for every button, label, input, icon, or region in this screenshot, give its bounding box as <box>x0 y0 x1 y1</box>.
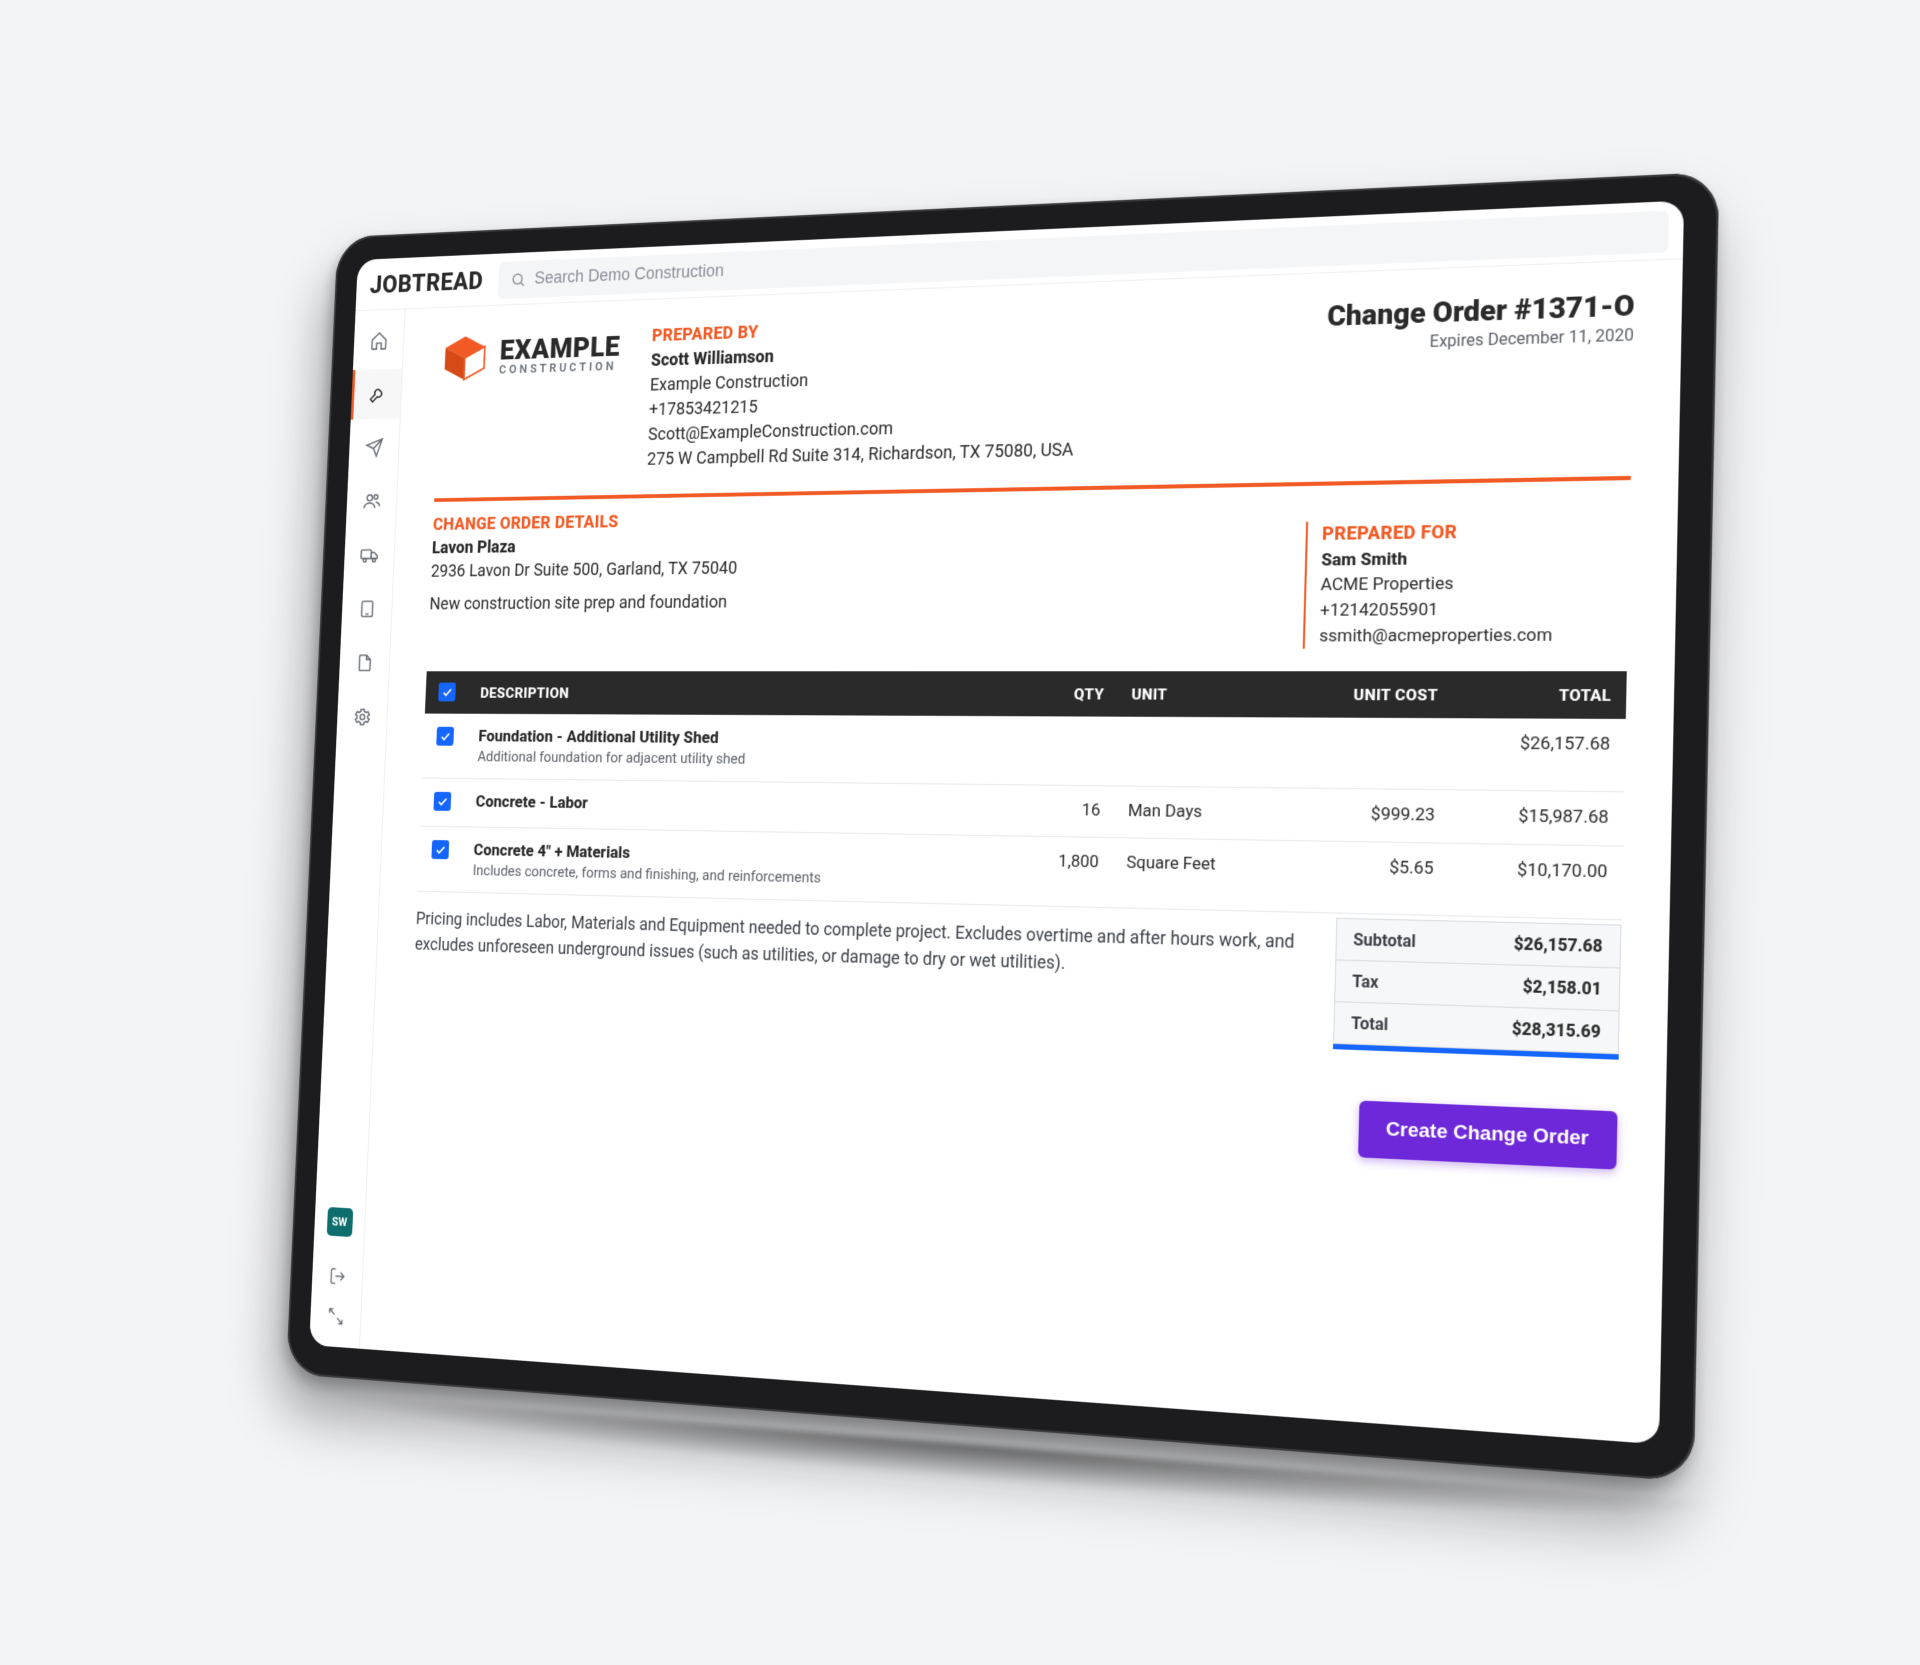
company-logo: EXAMPLE CONSTRUCTION <box>439 325 621 385</box>
document-icon <box>355 652 374 673</box>
home-icon <box>369 330 388 351</box>
prepared-for-company: ACME Properties <box>1320 569 1629 597</box>
item-title: Concrete - Labor <box>475 792 1002 819</box>
totals-box: Subtotal $26,157.68 Tax $2,158.01 Total … <box>1333 917 1621 1054</box>
pricing-note: Pricing includes Labor, Materials and Eq… <box>412 895 1312 1048</box>
check-icon <box>439 729 451 742</box>
prepared-for-label: PREPARED FOR <box>1322 516 1630 547</box>
nav-vendors[interactable] <box>343 529 394 580</box>
prepared-by-block: PREPARED BY Scott Williamson Example Con… <box>647 308 1078 472</box>
nav-jobs[interactable] <box>351 368 402 419</box>
col-unit-cost: UNIT COST <box>1288 671 1453 718</box>
nav-documents[interactable] <box>339 637 391 687</box>
item-unit: Square Feet <box>1111 837 1284 911</box>
nav-tablet[interactable] <box>341 583 392 634</box>
document-header: EXAMPLE CONSTRUCTION PREPARED BY Scott W… <box>435 288 1635 477</box>
gear-icon <box>352 706 371 727</box>
prepared-for-block: PREPARED FOR Sam Smith ACME Properties +… <box>1303 516 1630 648</box>
nav-home[interactable] <box>353 314 404 365</box>
item-subtitle: Additional foundation for adjacent utili… <box>477 748 1004 770</box>
tablet-frame: JOBTREAD <box>286 171 1719 1481</box>
item-unit-cost <box>1286 717 1452 789</box>
row-checkbox[interactable] <box>436 726 454 745</box>
item-unit <box>1115 716 1288 787</box>
col-check <box>425 671 469 713</box>
job-description: New construction site prep and foundatio… <box>429 587 1264 614</box>
prepared-for-name: Sam Smith <box>1321 543 1630 572</box>
user-avatar[interactable]: SW <box>326 1206 353 1236</box>
logout-icon <box>328 1266 346 1286</box>
col-qty: QTY <box>1019 671 1118 716</box>
check-icon <box>441 685 453 698</box>
select-all-checkbox[interactable] <box>438 682 456 701</box>
nav-settings[interactable] <box>336 691 388 742</box>
col-description: DESCRIPTION <box>467 671 1020 716</box>
nav-send[interactable] <box>348 422 399 473</box>
item-qty: 16 <box>1015 785 1115 838</box>
brand-logo: JOBTREAD <box>364 266 483 299</box>
item-total: $15,987.68 <box>1449 790 1624 846</box>
item-unit-cost: $5.65 <box>1283 840 1449 915</box>
send-icon <box>364 437 383 458</box>
main-content: EXAMPLE CONSTRUCTION PREPARED BY Scott W… <box>360 259 1683 1444</box>
line-items-table: DESCRIPTION QTY UNIT UNIT COST TOTAL Fou… <box>417 671 1627 920</box>
subtotal-label: Subtotal <box>1353 929 1416 951</box>
tablet-icon <box>357 598 376 619</box>
item-total: $10,170.00 <box>1447 843 1623 920</box>
document-title-block: Change Order #1371-O Expires December 11… <box>1326 288 1635 354</box>
app-screen: JOBTREAD <box>309 200 1684 1444</box>
check-icon <box>436 794 449 807</box>
company-sub: CONSTRUCTION <box>499 361 620 377</box>
item-qty <box>1017 716 1117 786</box>
check-icon <box>434 843 447 856</box>
truck-icon <box>360 544 379 565</box>
nav-expand[interactable] <box>326 1306 344 1330</box>
prepared-for-email: ssmith@acmeproperties.com <box>1319 622 1628 649</box>
row-checkbox[interactable] <box>433 792 451 811</box>
item-unit-cost: $999.23 <box>1285 788 1451 843</box>
company-mark-icon <box>439 330 490 386</box>
col-total: TOTAL <box>1452 671 1627 719</box>
tax-value: $2,158.01 <box>1523 976 1602 999</box>
tax-label: Tax <box>1352 971 1379 992</box>
nav-logout[interactable] <box>328 1266 346 1290</box>
search-icon <box>510 270 526 287</box>
create-change-order-button[interactable]: Create Change Order <box>1358 1100 1618 1169</box>
subtotal-value: $26,157.68 <box>1514 933 1603 956</box>
item-total: $26,157.68 <box>1450 718 1626 792</box>
total-label: Total <box>1351 1013 1389 1034</box>
users-icon <box>362 490 381 511</box>
prepared-for-phone: +12142055901 <box>1320 596 1629 624</box>
brand-name: JOBTREAD <box>369 266 484 298</box>
item-title: Foundation - Additional Utility Shed <box>478 727 1005 750</box>
row-checkbox[interactable] <box>431 840 449 859</box>
item-qty: 1,800 <box>1013 836 1114 908</box>
total-value: $28,315.69 <box>1512 1018 1601 1041</box>
col-unit: UNIT <box>1117 671 1289 717</box>
nav-contacts[interactable] <box>346 475 397 526</box>
wrench-icon <box>368 383 387 404</box>
expand-icon <box>327 1306 345 1326</box>
job-details: Lavon Plaza 2936 Lavon Dr Suite 500, Gar… <box>428 521 1266 650</box>
item-unit: Man Days <box>1113 786 1286 841</box>
